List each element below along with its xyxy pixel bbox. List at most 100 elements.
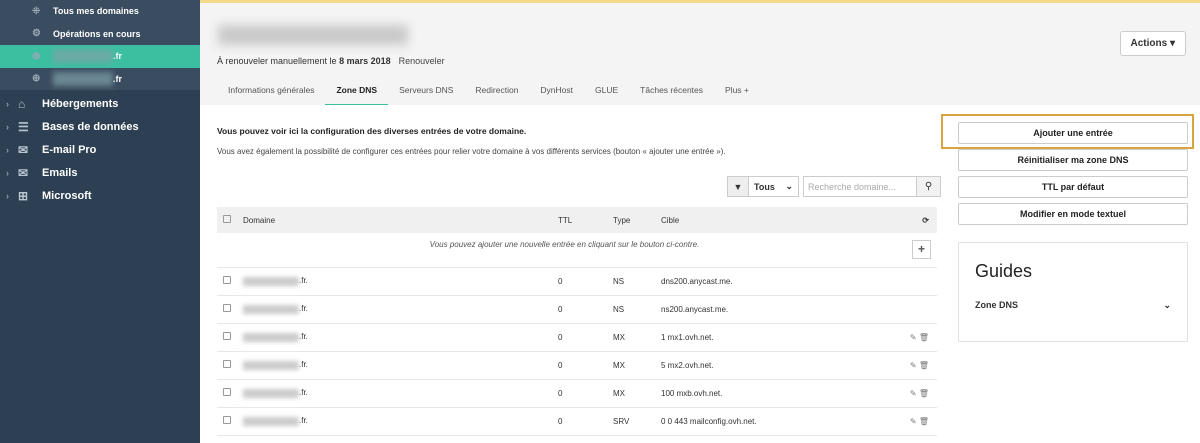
sidebar-label: Bases de données: [42, 120, 139, 133]
subnav-item[interactable]: ⁜ Tous mes domaines: [0, 0, 200, 23]
refresh-icon[interactable]: ⟳: [897, 207, 937, 233]
sidebar-item-databases[interactable]: › ☰ Bases de données: [0, 115, 200, 138]
sidebar-item-emails[interactable]: › ✉ Emails: [0, 161, 200, 184]
actions-button[interactable]: Actions ▾: [1119, 31, 1186, 56]
subnav-item[interactable]: ⊕ .fr: [0, 45, 200, 68]
row-actions: ✎ 🗑: [897, 351, 937, 380]
search-icon[interactable]: ⚲: [917, 176, 941, 197]
cell-type: MX: [613, 323, 661, 352]
renewal-info: À renouveler manuellement le 8 mars 2018…: [217, 56, 445, 66]
sidebar-item-microsoft[interactable]: › ⊞ Microsoft: [0, 184, 200, 207]
col-domain[interactable]: Domaine: [243, 207, 558, 233]
cell-target: 1 mx1.ovh.net.: [661, 323, 897, 352]
col-target[interactable]: Cible: [661, 207, 897, 233]
row-actions: [897, 267, 937, 296]
sidebar-label: E-mail Pro: [42, 143, 97, 156]
row-checkbox[interactable]: [223, 276, 231, 284]
filter-bar: ▼ Tous ⌄ Recherche domaine... ⚲: [727, 176, 941, 197]
main-nav: › ⌂ Hébergements › ☰ Bases de données › ✉ E-mail…: [0, 90, 200, 207]
row-checkbox[interactable]: [223, 416, 231, 424]
row-checkbox[interactable]: [223, 332, 231, 340]
row-actions: ✎ 🗑: [897, 379, 937, 408]
add-entry-plus-button[interactable]: +: [912, 240, 931, 260]
edit-icon[interactable]: ✎: [910, 333, 917, 342]
tab[interactable]: Tâches récentes: [629, 78, 714, 106]
subnav-label: Tous mes domaines: [53, 6, 139, 17]
edit-icon[interactable]: ✎: [910, 417, 917, 426]
sidebar-label: Microsoft: [42, 189, 92, 202]
chevron-down-icon: ⌄: [1163, 300, 1171, 310]
table-row: .fr. 0 SRV 0 0 443 mailconfig.ovh.net. ✎ 🗑: [217, 407, 937, 436]
chevron-right-icon: ›: [6, 190, 9, 201]
row-checkbox[interactable]: [223, 388, 231, 396]
cell-domain: .fr.: [299, 332, 308, 342]
guides-panel: Guides Zone DNS ⌄: [958, 242, 1188, 342]
delete-icon[interactable]: 🗑: [919, 333, 929, 342]
sidebar-label: Emails: [42, 166, 78, 179]
type-select[interactable]: Tous ⌄: [749, 176, 799, 197]
delete-icon[interactable]: 🗑: [919, 417, 929, 426]
row-checkbox[interactable]: [223, 360, 231, 368]
add-hint: Vous pouvez ajouter une nouvelle entrée …: [429, 240, 700, 250]
edit-icon[interactable]: ✎: [910, 389, 917, 398]
subnav-item[interactable]: ⊕ .fr: [0, 68, 200, 91]
actions-label: Actions: [1130, 38, 1168, 49]
chevron-right-icon: ›: [6, 121, 9, 132]
tab[interactable]: Serveurs DNS: [388, 78, 464, 106]
subnav-label: .fr: [113, 51, 122, 62]
tab[interactable]: Redirection: [464, 78, 529, 106]
cell-domain: .fr.: [299, 304, 308, 314]
cell-type: MX: [613, 351, 661, 380]
cell-ttl: 0: [558, 323, 613, 352]
chevron-right-icon: ›: [6, 98, 9, 109]
row-checkbox[interactable]: [223, 304, 231, 312]
dns-table: Domaine TTL Type Cible ⟳ Vous pouvez ajo…: [217, 207, 937, 436]
tabs: Informations générales Zone DNS Serveurs D…: [217, 78, 760, 106]
email-pro-icon: ✉: [18, 142, 29, 157]
action-button[interactable]: Ajouter une entrée: [958, 122, 1188, 144]
cell-target: 0 0 443 mailconfig.ovh.net.: [661, 407, 897, 436]
renew-link[interactable]: Renouveler: [399, 56, 445, 66]
hosting-icon: ⌂: [18, 96, 26, 111]
edit-icon[interactable]: ✎: [910, 361, 917, 370]
cell-domain: .fr.: [299, 276, 308, 286]
table-row: .fr. 0 NS dns200.anycast.me.: [217, 267, 937, 296]
tab[interactable]: GLUE: [584, 78, 629, 106]
tab[interactable]: DynHost: [529, 78, 584, 106]
table-row: .fr. 0 MX 5 mx2.ovh.net. ✎ 🗑: [217, 351, 937, 380]
intro-title: Vous pouvez voir ici la configuration de…: [217, 126, 527, 136]
action-button[interactable]: Réinitialiser ma zone DNS: [958, 149, 1188, 171]
guide-zone-dns[interactable]: Zone DNS ⌄: [975, 300, 1171, 311]
tab[interactable]: Informations générales: [217, 78, 325, 106]
action-button[interactable]: TTL par défaut: [958, 176, 1188, 198]
delete-icon[interactable]: 🗑: [919, 361, 929, 370]
guide-label: Zone DNS: [975, 300, 1019, 310]
tab[interactable]: Zone DNS: [325, 78, 389, 106]
subnav-item[interactable]: ⚙ Opérations en cours: [0, 23, 200, 46]
blurred-domain: [243, 304, 299, 314]
row-actions: [897, 295, 937, 324]
table-row: .fr. 0 MX 1 mx1.ovh.net. ✎ 🗑: [217, 323, 937, 352]
delete-icon[interactable]: 🗑: [919, 389, 929, 398]
col-ttl[interactable]: TTL: [558, 207, 613, 233]
cell-ttl: 0: [558, 379, 613, 408]
intro-text: Vous avez également la possibilité de co…: [217, 147, 726, 156]
globe-icon: ⊕: [32, 73, 41, 85]
subnav-label: .fr: [113, 73, 122, 84]
sidebar-item-email-pro[interactable]: › ✉ E-mail Pro: [0, 138, 200, 161]
cell-ttl: 0: [558, 267, 613, 296]
sidebar-item-hosting[interactable]: › ⌂ Hébergements: [0, 92, 200, 115]
table-row: .fr. 0 MX 100 mxb.ovh.net. ✎ 🗑: [217, 379, 937, 408]
subnav-label: Opérations en cours: [53, 28, 141, 39]
tab[interactable]: Plus +: [714, 78, 760, 106]
select-all-checkbox[interactable]: [223, 215, 231, 223]
cell-type: NS: [613, 295, 661, 324]
search-input[interactable]: Recherche domaine...: [803, 176, 917, 197]
filter-icon[interactable]: ▼: [727, 176, 749, 197]
blurred-domain: [53, 49, 113, 64]
action-button[interactable]: Modifier en mode textuel: [958, 203, 1188, 225]
blurred-domain: [243, 388, 299, 398]
col-type[interactable]: Type: [613, 207, 661, 233]
blurred-domain: [243, 332, 299, 342]
cell-ttl: 0: [558, 407, 613, 436]
